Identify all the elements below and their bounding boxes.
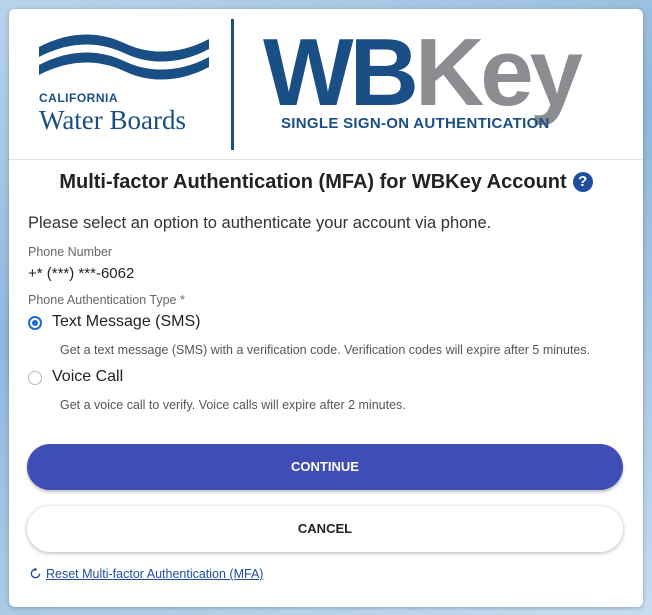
page-title-row: Multi-factor Authentication (MFA) for WB… [9, 171, 643, 194]
reset-icon [30, 567, 41, 579]
logo-org-name: Water Boards [39, 105, 187, 135]
auth-card: CALIFORNIA Water Boards WBKey SINGLE SIG… [9, 9, 643, 607]
sms-label[interactable]: Text Message (SMS) [52, 313, 200, 331]
voice-radio[interactable] [28, 371, 42, 385]
phone-number-value: +* (***) ***-6062 [28, 265, 135, 282]
logo-small-text: CALIFORNIA [39, 91, 118, 105]
cancel-button[interactable]: CANCEL [27, 506, 623, 552]
reset-mfa-link[interactable]: Reset Multi-factor Authentication (MFA) [29, 567, 263, 581]
sms-description: Get a text message (SMS) with a verifica… [60, 343, 591, 357]
auth-type-label: Phone Authentication Type * [28, 293, 185, 307]
water-boards-logo: CALIFORNIA Water Boards [39, 29, 209, 139]
voice-description: Get a voice call to verify. Voice calls … [60, 398, 406, 412]
wbkey-logo: WBKey SINGLE SIGN-ON AUTHENTICATION [263, 25, 623, 135]
wbkey-subtitle: SINGLE SIGN-ON AUTHENTICATION [281, 115, 550, 132]
wbkey-wb: WB [263, 19, 419, 126]
water-waves-icon [39, 34, 209, 80]
wbkey-title: WBKey [263, 25, 583, 121]
reset-mfa-text[interactable]: Reset Multi-factor Authentication (MFA) [46, 567, 263, 581]
header-divider [231, 19, 234, 150]
help-icon[interactable]: ? [572, 172, 593, 192]
voice-label[interactable]: Voice Call [52, 368, 123, 386]
instructions: Please select an option to authenticate … [28, 214, 492, 232]
wbkey-key: Key [414, 19, 583, 126]
page-title: Multi-factor Authentication (MFA) for WB… [59, 171, 567, 193]
sms-radio[interactable] [28, 316, 42, 330]
header: CALIFORNIA Water Boards WBKey SINGLE SIG… [9, 9, 643, 160]
phone-number-label: Phone Number [28, 245, 113, 259]
continue-button[interactable]: CONTINUE [27, 444, 623, 490]
